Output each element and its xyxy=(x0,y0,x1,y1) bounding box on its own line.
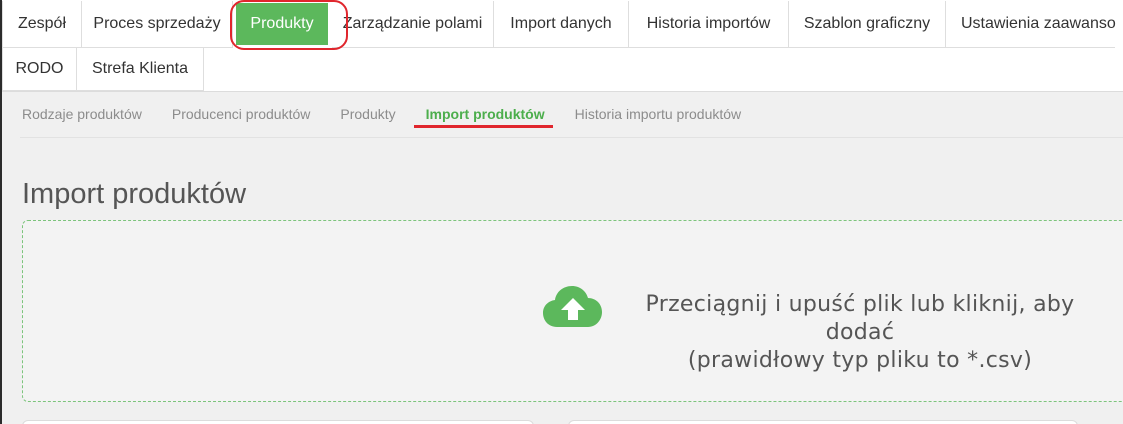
tab-historia-importow[interactable]: Historia importów xyxy=(628,1,789,48)
sub-nav-producenci-produktow[interactable]: Producenci produktów xyxy=(172,106,311,122)
sub-nav-historia-importu-produktow[interactable]: Historia importu produktów xyxy=(575,106,742,122)
main-tabs-row-1: Zespół Proces sprzedaży Produkty Zarządz… xyxy=(2,1,1116,48)
bottom-panel-left xyxy=(22,420,534,424)
sub-navigation: Rodzaje produktów Producenci produktów P… xyxy=(22,102,771,126)
dropzone-line-2: (prawidłowy typ pliku to *.csv) xyxy=(687,348,1033,373)
tab-szablon-graficzny[interactable]: Szablon graficzny xyxy=(788,1,946,48)
tab-import-danych[interactable]: Import danych xyxy=(493,1,629,48)
tab-zarzadzanie-polami[interactable]: Zarządzanie polami xyxy=(332,1,494,48)
active-subnav-underline xyxy=(414,125,553,128)
bottom-panels xyxy=(22,418,1123,424)
sub-nav-rodzaje-produktow[interactable]: Rodzaje produktów xyxy=(22,106,142,122)
bottom-panel-right xyxy=(568,420,1078,424)
dropzone-message: Przeciągnij i upuść plik lub kliknij, ab… xyxy=(615,291,1105,375)
file-dropzone[interactable]: Przeciągnij i upuść plik lub kliknij, ab… xyxy=(22,220,1123,402)
tab-strefa-klienta[interactable]: Strefa Klienta xyxy=(76,47,204,91)
tab-proces-sprzedazy[interactable]: Proces sprzedaży xyxy=(81,1,233,48)
sub-nav-produkty[interactable]: Produkty xyxy=(340,106,395,122)
main-tabs-row-2: RODO Strefa Klienta xyxy=(2,47,204,91)
dropzone-line-1: Przeciągnij i upuść plik lub kliknij, ab… xyxy=(645,292,1075,345)
page-title: Import produktów xyxy=(22,178,247,210)
main-tabs: Zespół Proces sprzedaży Produkty Zarządz… xyxy=(2,0,1123,92)
cloud-upload-icon xyxy=(543,286,602,327)
tab-produkty[interactable]: Produkty xyxy=(236,3,328,45)
tab-ustawienia-zaawansowane[interactable]: Ustawienia zaawanso xyxy=(945,1,1116,48)
tab-rodo[interactable]: RODO xyxy=(2,47,77,91)
sub-nav-divider xyxy=(20,137,1123,138)
tab-zespol[interactable]: Zespół xyxy=(2,1,82,48)
sub-nav-import-produktow[interactable]: Import produktów xyxy=(426,106,545,122)
